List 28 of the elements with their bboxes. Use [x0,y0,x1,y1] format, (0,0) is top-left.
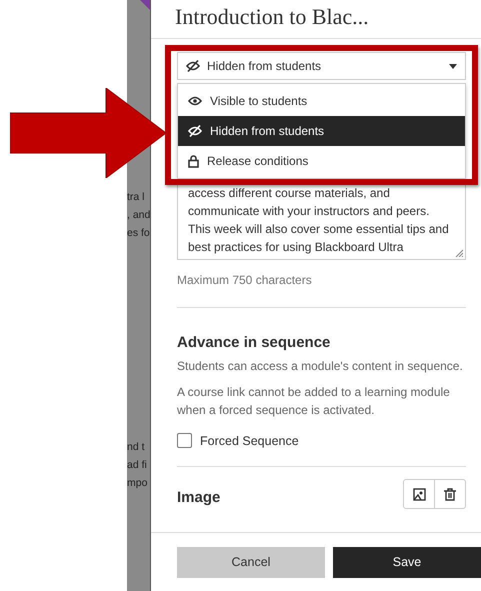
eye-slash-icon [186,60,200,72]
trash-icon [444,488,456,500]
checkbox[interactable] [177,433,192,448]
section-description: Students can access a module's content in sequence. [177,358,464,375]
menu-item[interactable]: Visible to students [178,86,465,116]
section-heading: Advance in sequence [177,334,332,351]
lock-icon [188,154,199,168]
eye-icon [188,96,202,106]
menu-item[interactable]: Release conditions [178,146,465,176]
panel-title: Introduction to Blac... [151,0,481,39]
resize-grip-icon [455,249,463,257]
page-text: nd t [127,440,146,455]
page-text: es fo [127,226,150,241]
page-text: ad fi [127,458,148,473]
page-text: tra l [127,190,146,205]
save-button[interactable]: Save [333,546,481,578]
checkbox-label: Forced Sequence [200,434,299,448]
image-icon [412,488,426,500]
menu-item[interactable]: Hidden from students [178,116,465,146]
character-limit-hint: Maximum 750 characters [177,273,466,308]
cancel-button[interactable]: Cancel [177,546,325,578]
page-text: , and [127,208,150,223]
eye-slash-icon [188,125,202,137]
page-text: mpo [127,476,148,491]
section-heading: Image [177,489,220,506]
visibility-dropdown[interactable]: Hidden from students [177,52,466,80]
caret-icon [449,64,457,68]
section-note: A course link cannot be added to a learning module when a forced sequence is activated. [177,384,451,419]
